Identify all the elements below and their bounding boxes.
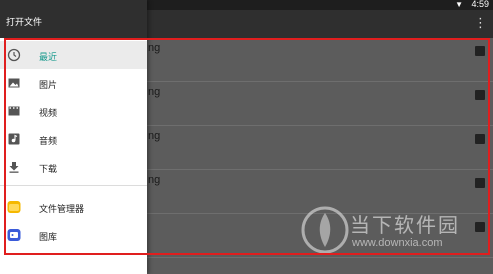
watermark-url: www.downxia.com bbox=[352, 237, 443, 249]
file-image-icon bbox=[475, 90, 485, 100]
drawer-item-label: 音频 bbox=[39, 136, 58, 146]
file-name: ng bbox=[148, 130, 161, 142]
drawer-title: 打开文件 bbox=[6, 17, 43, 27]
file-image-icon bbox=[475, 46, 485, 56]
drawer-header: 打开文件 bbox=[0, 0, 147, 38]
navigation-drawer: 打开文件 最近 图片 视频 音频 下载 文件管理器 图库 bbox=[0, 0, 147, 274]
download-icon bbox=[9, 162, 19, 173]
audio-icon bbox=[8, 133, 20, 145]
drawer-item-audio[interactable]: 音频 bbox=[0, 125, 147, 153]
drawer-item-label: 图片 bbox=[39, 80, 58, 90]
file-name: ng bbox=[148, 42, 161, 54]
drawer-item-label: 下载 bbox=[39, 164, 58, 174]
clock-icon bbox=[7, 48, 21, 62]
drawer-item-label: 文件管理器 bbox=[39, 204, 85, 214]
file-manager-icon bbox=[7, 201, 21, 213]
file-image-icon bbox=[475, 178, 485, 188]
file-image-icon bbox=[475, 134, 485, 144]
drawer-item-label: 最近 bbox=[39, 52, 58, 62]
watermark: 当下软件园 www.downxia.com bbox=[300, 205, 480, 255]
gallery-icon bbox=[7, 229, 21, 241]
drawer-item-images[interactable]: 图片 bbox=[0, 69, 147, 97]
status-time: 4:59 bbox=[471, 0, 489, 9]
drawer-item-gallery[interactable]: 图库 bbox=[0, 221, 147, 249]
file-name: ng bbox=[148, 174, 161, 186]
watermark-text: 当下软件园 bbox=[350, 215, 460, 237]
wifi-icon: ▼ bbox=[455, 0, 463, 9]
file-name: ng bbox=[148, 86, 161, 98]
drawer-item-label: 图库 bbox=[39, 232, 58, 242]
more-options-icon[interactable]: ⋮ bbox=[474, 14, 487, 32]
drawer-item-file-manager[interactable]: 文件管理器 bbox=[0, 193, 147, 221]
video-icon bbox=[8, 106, 20, 116]
drawer-item-downloads[interactable]: 下载 bbox=[0, 153, 147, 181]
drawer-item-label: 视频 bbox=[39, 108, 58, 118]
image-icon bbox=[8, 78, 20, 88]
drawer-divider bbox=[0, 185, 147, 186]
drawer-item-videos[interactable]: 视频 bbox=[0, 97, 147, 125]
drawer-item-recent[interactable]: 最近 bbox=[0, 41, 147, 69]
watermark-logo-icon bbox=[301, 206, 349, 254]
